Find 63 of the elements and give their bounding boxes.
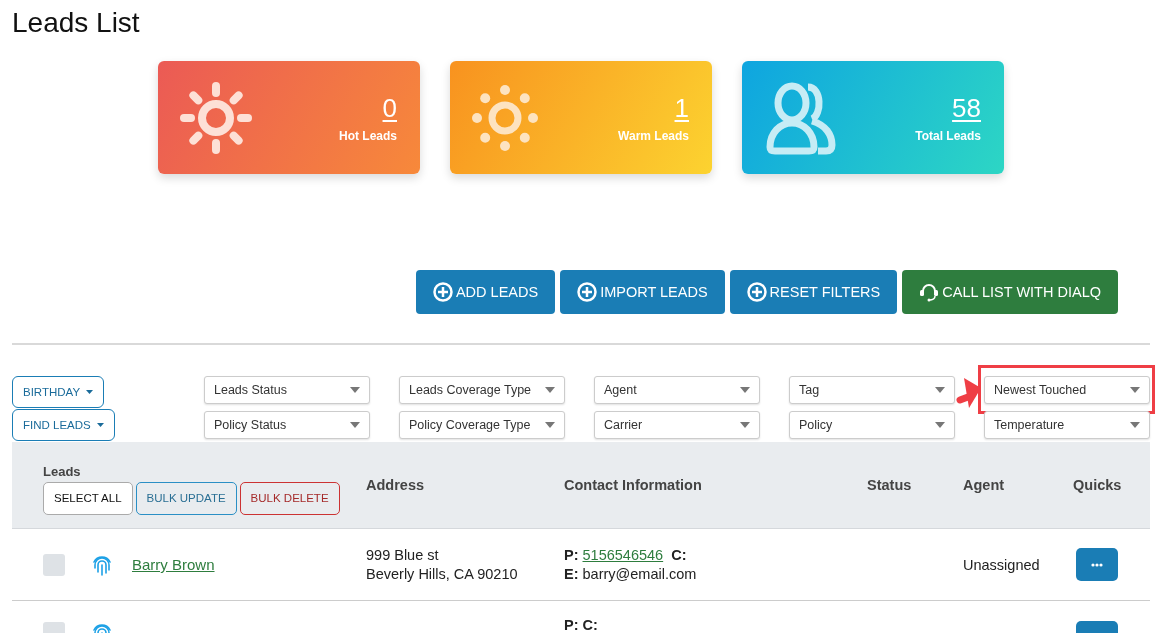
action-button[interactable]: RESET FILTERS — [729, 270, 898, 314]
bulk-action-button[interactable]: BULK DELETE — [239, 481, 340, 515]
row-checkbox[interactable] — [43, 553, 65, 576]
fingerprint-icon — [91, 553, 113, 576]
caret-icon — [935, 387, 945, 393]
column-header: Address — [366, 477, 425, 493]
filter-select[interactable]: Policy — [789, 411, 955, 439]
more-icon — [1091, 562, 1103, 567]
column-header: Status — [867, 477, 912, 493]
caret-icon — [740, 387, 750, 393]
caret-icon — [545, 387, 555, 393]
caret-icon — [96, 423, 104, 427]
filter-select[interactable]: Policy Coverage Type — [399, 411, 565, 439]
filter-select[interactable]: Leads Status — [204, 376, 370, 404]
column-header: Agent — [963, 477, 1005, 493]
filter-select[interactable]: Agent — [594, 376, 760, 404]
stat-label: Hot Leads — [339, 128, 397, 143]
lead-name-link[interactable]: Barry Brown — [132, 556, 215, 573]
filter-select[interactable]: Leads Coverage Type — [399, 376, 565, 404]
email-text: barry@email.com — [582, 566, 697, 582]
caret-icon — [350, 422, 360, 428]
filter-select[interactable]: Newest Touched — [984, 376, 1150, 404]
plus-circle-icon — [746, 282, 767, 302]
cell-label: C: — [671, 547, 687, 563]
filter-select[interactable]: Tag — [789, 376, 955, 404]
people-icon — [764, 80, 838, 155]
address-text: 999 Blue st — [366, 547, 439, 563]
bulk-action-button[interactable]: SELECT ALL — [43, 481, 133, 515]
caret-icon — [740, 422, 750, 428]
address-text: Beverly Hills, CA 90210 — [366, 566, 518, 582]
agent-text: Unassigned — [963, 556, 1040, 573]
dropdown-button[interactable]: FIND LEADS — [12, 409, 115, 441]
bulk-action-button[interactable]: BULK UPDATE — [135, 481, 237, 515]
phone-label: P: — [564, 547, 579, 563]
column-header: Leads — [43, 463, 81, 479]
filter-select[interactable]: Temperature — [984, 411, 1150, 439]
page-title: Leads List — [12, 6, 140, 40]
stat-label: Warm Leads — [618, 128, 689, 143]
email-label: E: — [564, 566, 579, 582]
caret-icon — [545, 422, 555, 428]
phone-link[interactable]: 5156546546 — [582, 547, 664, 563]
caret-icon — [350, 387, 360, 393]
action-button[interactable]: IMPORT LEADS — [560, 270, 725, 314]
dropdown-button[interactable]: BIRTHDAY — [12, 376, 105, 408]
caret-icon — [1130, 422, 1140, 428]
column-header: Quicks — [1073, 477, 1122, 493]
sun-icon — [180, 81, 252, 154]
more-button[interactable] — [1076, 548, 1118, 581]
caret-icon — [86, 390, 94, 394]
caret-icon — [935, 422, 945, 428]
sun-icon — [472, 84, 538, 151]
cell-label: C: — [582, 618, 598, 633]
headset-icon — [919, 282, 940, 302]
filter-select[interactable]: Policy Status — [204, 411, 370, 439]
plus-circle-icon — [432, 282, 453, 302]
action-button[interactable]: ADD LEADS — [415, 270, 556, 314]
action-button[interactable]: CALL LIST WITH DIALQ — [902, 270, 1118, 314]
phone-label: P: — [564, 618, 579, 633]
plus-circle-icon — [577, 282, 598, 302]
filter-select[interactable]: Carrier — [594, 411, 760, 439]
caret-icon — [1130, 387, 1140, 393]
stat-label: Total Leads — [915, 128, 981, 143]
column-header: Contact Information — [564, 477, 702, 493]
